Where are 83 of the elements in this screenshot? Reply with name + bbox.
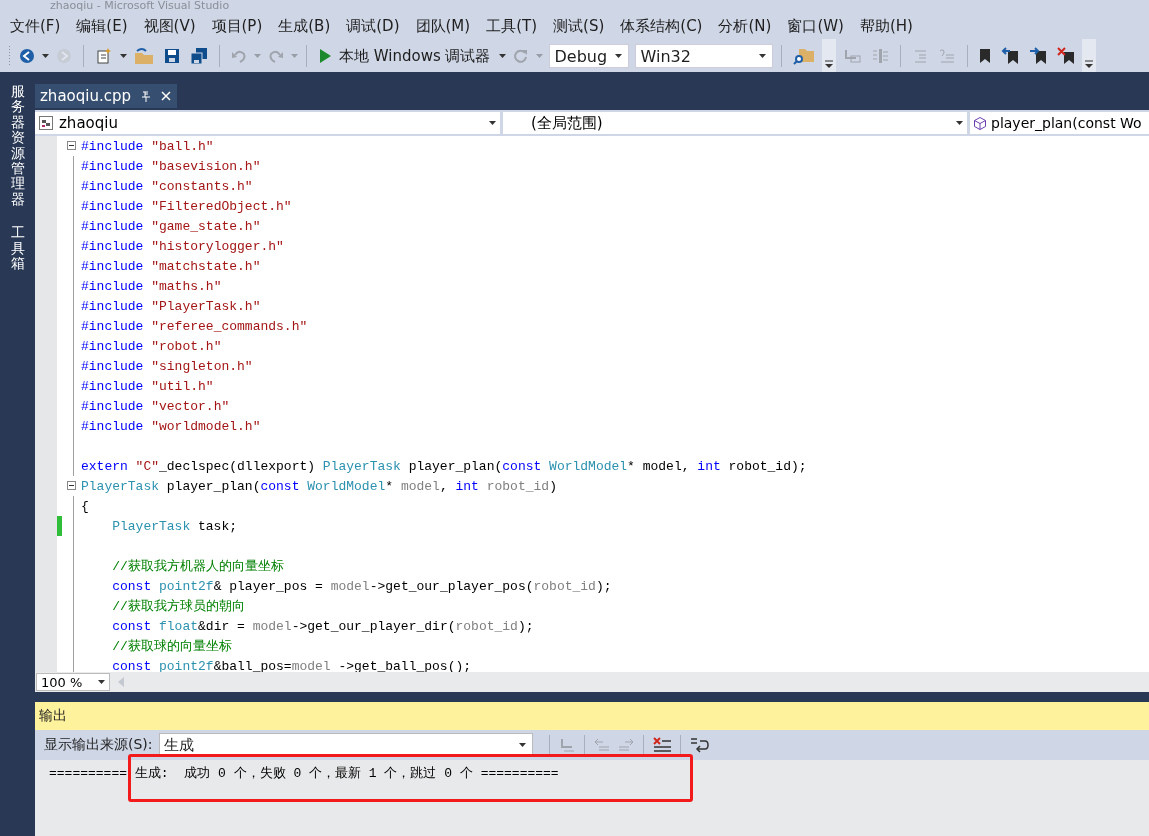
code-line: #include "basevision.h" xyxy=(81,158,261,174)
menu-item[interactable]: 生成(B) xyxy=(270,16,339,36)
menu-item[interactable]: 文件(F) xyxy=(2,16,69,36)
code-line: const point2f&ball_pos=model ->get_ball_pos(); xyxy=(111,658,472,672)
code-line: #include "referee_commands.h" xyxy=(81,318,308,334)
collapse-icon[interactable] xyxy=(67,481,76,490)
menu-item[interactable]: 编辑(E) xyxy=(68,16,136,36)
caret-icon xyxy=(98,680,105,684)
menu-item[interactable]: 视图(V) xyxy=(135,16,204,36)
play-icon xyxy=(319,49,331,63)
save-icon[interactable] xyxy=(164,48,180,64)
previous-bookmark-icon[interactable] xyxy=(1000,47,1019,65)
code-line: PlayerTask player_plan(const WorldModel* model, int robot_id) xyxy=(81,478,557,494)
code-line: #include "worldmodel.h" xyxy=(81,418,261,434)
bookmark-icon[interactable] xyxy=(978,48,991,64)
save-all-icon[interactable] xyxy=(190,47,208,65)
caret-icon xyxy=(614,54,622,58)
caret-icon[interactable] xyxy=(120,54,127,58)
menu-item[interactable]: 团队(M) xyxy=(407,16,479,36)
caret-icon[interactable] xyxy=(498,54,506,58)
menu-item[interactable]: 测试(S) xyxy=(545,16,613,36)
code-line: #include "vector.h" xyxy=(81,398,230,414)
folder-search-icon[interactable] xyxy=(792,46,815,66)
configuration-dropdown[interactable]: Debug xyxy=(548,44,629,68)
code-line: #include "util.h" xyxy=(81,378,214,394)
back-icon[interactable] xyxy=(19,48,35,64)
clear-all-icon[interactable] xyxy=(651,737,672,753)
overflow-icon[interactable] xyxy=(824,59,833,69)
code-line: extern "C"_declspec(dllexport) PlayerTask player_plan(const WorldModel* model, int robot_id); xyxy=(81,458,807,474)
code-line: //获取球的向量坐标 xyxy=(111,638,232,655)
editor-tab[interactable]: zhaoqiu.cpp xyxy=(35,84,177,108)
side-panel-tab[interactable]: 服务器资源管理器 xyxy=(10,84,25,208)
platform-dropdown[interactable]: Win32 xyxy=(634,44,773,68)
new-file-icon[interactable] xyxy=(95,47,113,65)
output-source-dropdown[interactable]: 生成 xyxy=(158,733,533,757)
code-line: #include "game_state.h" xyxy=(81,218,261,234)
menu-item[interactable]: 窗口(W) xyxy=(779,16,852,36)
method-icon xyxy=(974,116,986,130)
output-line: ========== 生成: 成功 0 个，失败 0 个，最新 1 个，跳过 0 个 ========== xyxy=(48,765,560,782)
menu-item[interactable]: 体系结构(C) xyxy=(612,16,711,36)
code-line: #include "PlayerTask.h" xyxy=(81,298,261,314)
caret-icon xyxy=(518,743,526,747)
code-line: #include "maths.h" xyxy=(81,278,222,294)
menu-item[interactable]: 帮助(H) xyxy=(851,16,921,36)
menu-item[interactable]: 工具(T) xyxy=(478,16,546,36)
code-line: #include "robot.h" xyxy=(81,338,222,354)
side-panel-tab[interactable]: 工具箱 xyxy=(10,225,25,272)
output-source-label: 显示输出来源(S): xyxy=(44,736,153,754)
code-line: //获取我方球员的朝向 xyxy=(111,598,245,615)
start-debugger-button[interactable]: 本地 Windows 调试器 xyxy=(315,44,495,68)
overflow-icon[interactable] xyxy=(1084,59,1093,69)
code-line: PlayerTask task; xyxy=(111,518,238,534)
code-line: #include "singleton.h" xyxy=(81,358,253,374)
word-wrap-icon[interactable] xyxy=(688,736,709,754)
clear-bookmark-icon[interactable] xyxy=(1056,47,1075,65)
open-folder-icon[interactable] xyxy=(134,47,154,65)
caret-icon xyxy=(758,54,766,58)
pin-icon[interactable] xyxy=(141,90,151,102)
next-bookmark-icon[interactable] xyxy=(1028,47,1047,65)
collapse-icon[interactable] xyxy=(67,141,76,150)
close-icon[interactable] xyxy=(161,91,171,101)
window-title: zhaoqiu - Microsoft Visual Studio xyxy=(49,0,231,12)
code-line: const float&dir = model->get_our_player_dir(robot_id); xyxy=(111,618,534,634)
code-line: #include "historylogger.h" xyxy=(81,238,284,254)
caret-icon xyxy=(489,121,496,125)
zoom-dropdown[interactable]: 100 % xyxy=(36,673,110,691)
menu-item[interactable]: 调试(D) xyxy=(338,16,408,36)
code-line: #include "matchstate.h" xyxy=(81,258,261,274)
code-line: #include "constants.h" xyxy=(81,178,253,194)
menu-item[interactable]: 分析(N) xyxy=(710,16,780,36)
member-dropdown[interactable]: player_plan(const Wo xyxy=(970,112,1149,134)
caret-icon xyxy=(956,121,963,125)
code-line: const point2f& player_pos = model->get_our_player_pos(robot_id); xyxy=(111,578,612,594)
project-icon xyxy=(39,116,53,130)
code-line: #include "FilteredObject.h" xyxy=(81,198,292,214)
project-dropdown[interactable]: zhaoqiu xyxy=(35,112,500,134)
code-line: //获取我方机器人的向量坐标 xyxy=(111,558,284,575)
caret-icon[interactable] xyxy=(42,54,49,58)
output-panel-title: 输出 xyxy=(35,702,1149,730)
code-line: { xyxy=(81,498,89,514)
scope-dropdown[interactable]: (全局范围) xyxy=(503,112,967,134)
menu-item[interactable]: 项目(P) xyxy=(203,16,271,36)
code-line: #include "ball.h" xyxy=(81,138,214,154)
